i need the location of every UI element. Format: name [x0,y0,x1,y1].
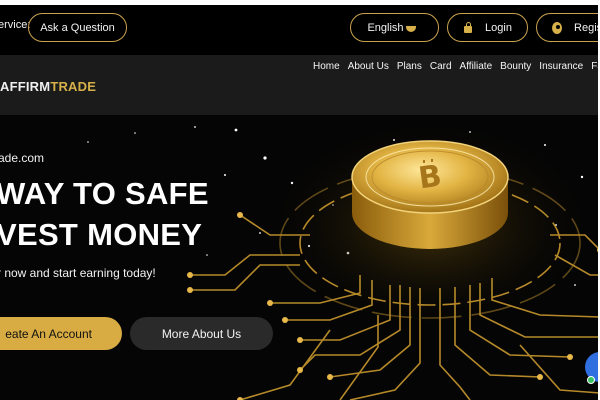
user-icon [552,21,563,34]
lock-icon [463,22,473,33]
nav-link-plans[interactable]: Plans [397,61,422,72]
create-account-button[interactable]: eate An Account [0,317,122,350]
bitcoin-coin-icon: B [351,140,509,249]
site-logo[interactable]: AFFIRMTRADE [0,79,96,94]
service-label: ervice: [0,19,31,31]
page: ervice: Ask a Question English Login Reg… [0,0,600,400]
ask-question-button[interactable]: Ask a Question [28,13,127,42]
nav-link-about-us[interactable]: About Us [348,61,389,72]
hero-headline-line-1: WAY TO SAFE [0,176,209,211]
login-button[interactable]: Login [447,13,528,42]
hero-section: B ade.com WAY TO SAFE VEST MONEY r now a… [0,115,600,400]
language-selector[interactable]: English [350,13,439,42]
hero-tagline: ade.com [0,151,45,165]
more-about-us-label: More About Us [161,326,242,341]
nav-link-home[interactable]: Home [313,61,340,72]
hero-subline: r now and start earning today! [0,266,156,280]
hero-headline-line-2: VEST MONEY [0,217,203,252]
logo-text-affirm: AFFIRM [0,79,51,94]
nav-link-insurance[interactable]: Insurance [539,61,583,72]
more-about-us-button[interactable]: More About Us [130,317,273,350]
register-button[interactable]: Register [536,13,600,42]
online-status-dot [587,376,595,384]
chevron-down-icon [405,26,416,32]
nav-links: Home About Us Plans Card Affiliate Bount… [313,61,600,72]
ask-question-label: Ask a Question [40,21,115,34]
nav-link-bounty[interactable]: Bounty [500,61,531,72]
register-label: Register [574,21,600,34]
logo-text-trade: TRADE [50,79,97,94]
create-account-label: eate An Account [5,326,92,341]
nav-link-card[interactable]: Card [430,61,452,72]
top-utility-bar: ervice: Ask a Question English Login Reg… [0,0,600,55]
frame-border-top [0,0,600,5]
login-label: Login [485,21,512,34]
hero-illustration: B [87,115,600,400]
language-label: English [367,21,404,34]
main-navbar: AFFIRMTRADE Home About Us Plans Card Aff… [0,55,600,115]
nav-link-affiliate[interactable]: Affiliate [460,61,493,72]
svg-text:B: B [416,159,444,197]
